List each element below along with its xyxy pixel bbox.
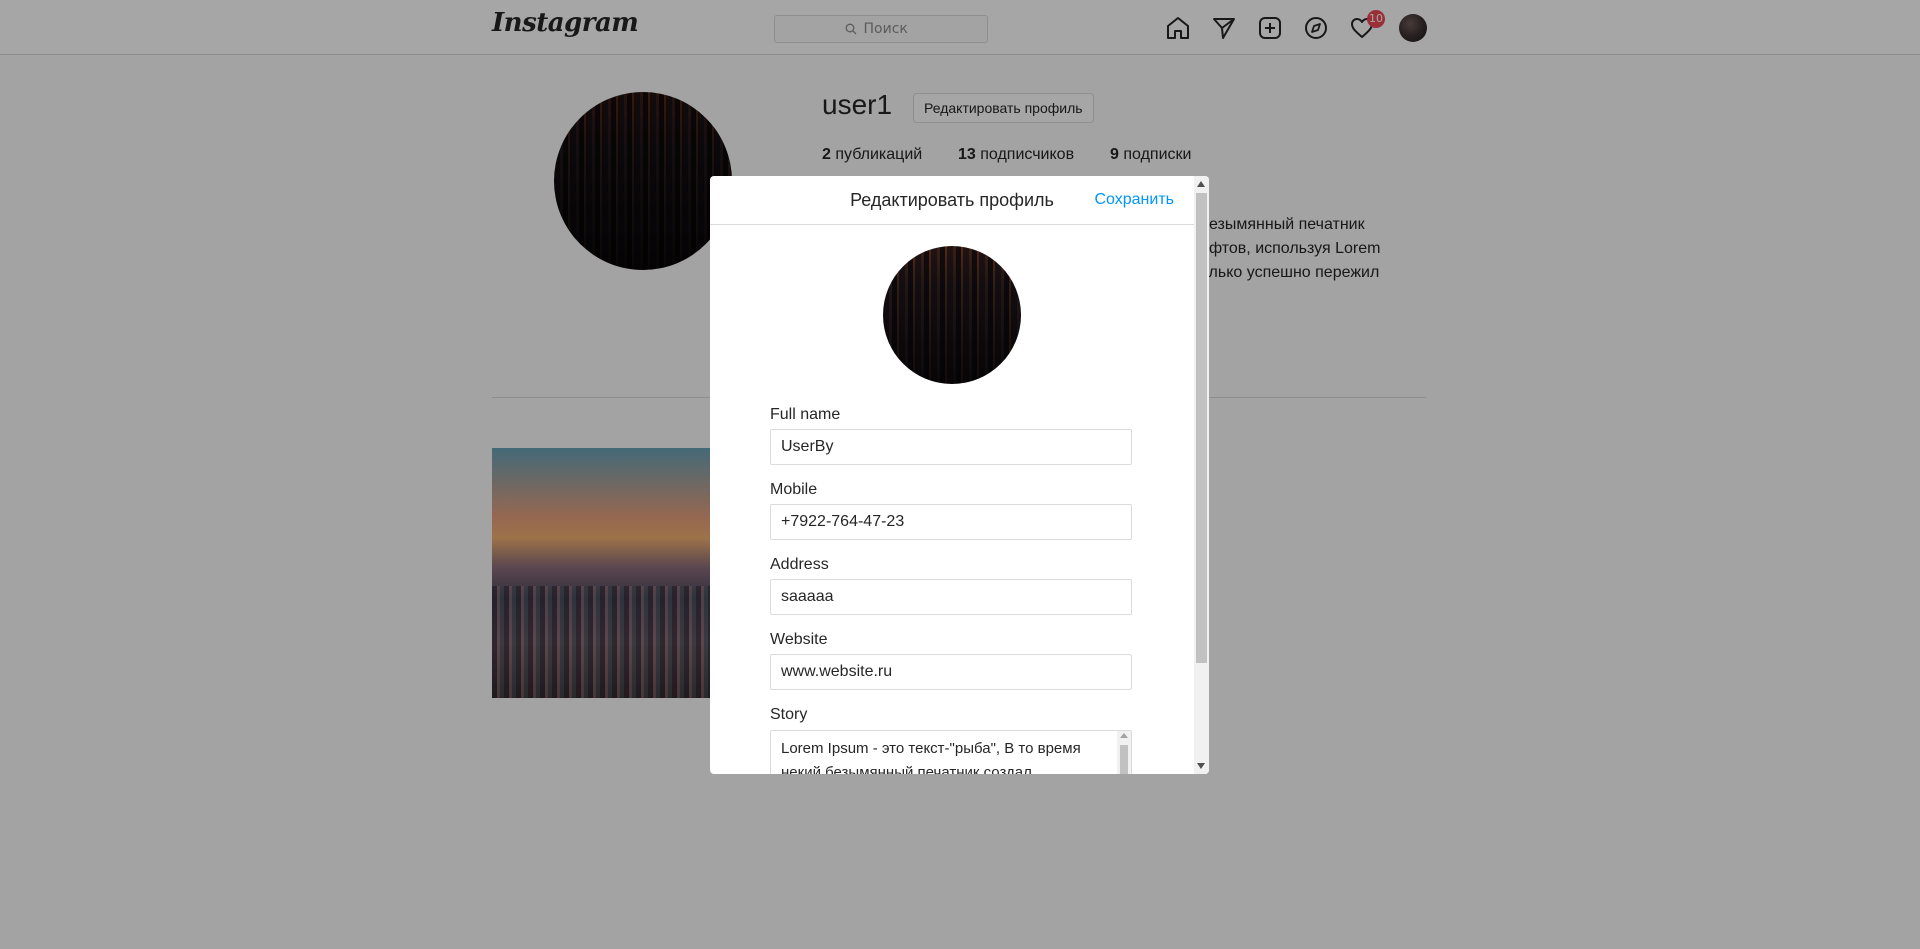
scroll-up-arrow-icon[interactable] xyxy=(1197,181,1205,187)
save-button[interactable]: Сохранить xyxy=(1094,191,1174,209)
mobile-label: Mobile xyxy=(770,481,818,498)
full-name-input[interactable] xyxy=(770,429,1132,465)
edit-profile-modal: Редактировать профиль Сохранить Full nam… xyxy=(710,176,1209,774)
modal-avatar[interactable] xyxy=(883,246,1021,384)
scroll-down-arrow-icon[interactable] xyxy=(1197,763,1205,769)
full-name-label: Full name xyxy=(770,406,841,423)
address-input[interactable] xyxy=(770,579,1132,615)
website-label: Website xyxy=(770,631,828,648)
modal-header: Редактировать профиль Сохранить xyxy=(710,176,1194,225)
story-label: Story xyxy=(770,706,808,723)
website-input[interactable] xyxy=(770,654,1132,690)
mobile-input[interactable] xyxy=(770,504,1132,540)
address-label: Address xyxy=(770,556,829,573)
modal-scrollbar[interactable] xyxy=(1194,176,1209,774)
modal-scroll-thumb[interactable] xyxy=(1196,193,1207,663)
scroll-up-arrow-icon[interactable] xyxy=(1120,733,1128,738)
story-textarea[interactable]: Lorem Ipsum - это текст-"рыба", В то вре… xyxy=(770,730,1132,774)
story-scroll-thumb[interactable] xyxy=(1120,745,1128,774)
story-scrollbar[interactable] xyxy=(1117,731,1131,774)
